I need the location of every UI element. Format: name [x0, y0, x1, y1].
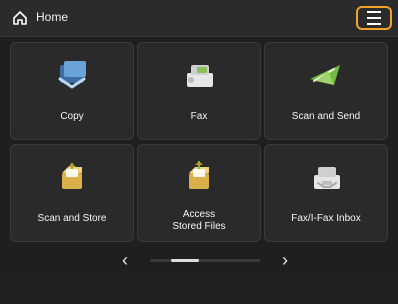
menu-icon [367, 9, 381, 27]
scan-store-icon [62, 163, 82, 189]
fax-icon [187, 65, 213, 87]
scan-and-send-tile[interactable]: Scan and Send [264, 42, 388, 140]
page-indicator-thumb [170, 259, 199, 262]
page-indicator [150, 259, 260, 262]
previous-page-button[interactable]: ‹ [122, 250, 128, 271]
access-stored-files-label: Access Stored Files [138, 209, 260, 233]
scan-and-store-tile[interactable]: Scan and Store [10, 144, 134, 242]
pager: ‹ › [0, 246, 398, 274]
bottom-bar [0, 278, 398, 304]
home-tiles: Copy Fax Scan and Send Scan and Store Ac… [10, 42, 392, 242]
copy-tile[interactable]: Copy [10, 42, 134, 140]
scan-and-store-label: Scan and Store [37, 213, 107, 224]
menu-button[interactable] [356, 6, 392, 30]
scan-send-icon [310, 65, 340, 85]
copy-icon [58, 61, 86, 89]
page-title: Home [36, 10, 69, 24]
home-screen: Home Copy Fax Scan and Send Scan and Sto… [0, 0, 398, 304]
top-bar: Home [0, 0, 398, 37]
fax-tile[interactable]: Fax [137, 42, 261, 140]
next-page-button[interactable]: › [282, 250, 288, 271]
inbox-icon [314, 167, 340, 189]
copy-label: Copy [60, 111, 84, 122]
fax-label: Fax [190, 111, 208, 122]
access-stored-files-line-2: Stored Files [172, 221, 226, 232]
access-stored-files-tile[interactable]: Access Stored Files [137, 144, 261, 242]
fax-inbox-tile[interactable]: Fax/I-Fax Inbox [264, 144, 388, 242]
scan-and-send-label: Scan and Send [291, 111, 361, 122]
fax-inbox-label: Fax/I-Fax Inbox [291, 213, 361, 224]
access-stored-files-line-1: Access [182, 209, 216, 220]
stored-files-icon [189, 161, 209, 189]
home-icon [13, 11, 27, 25]
